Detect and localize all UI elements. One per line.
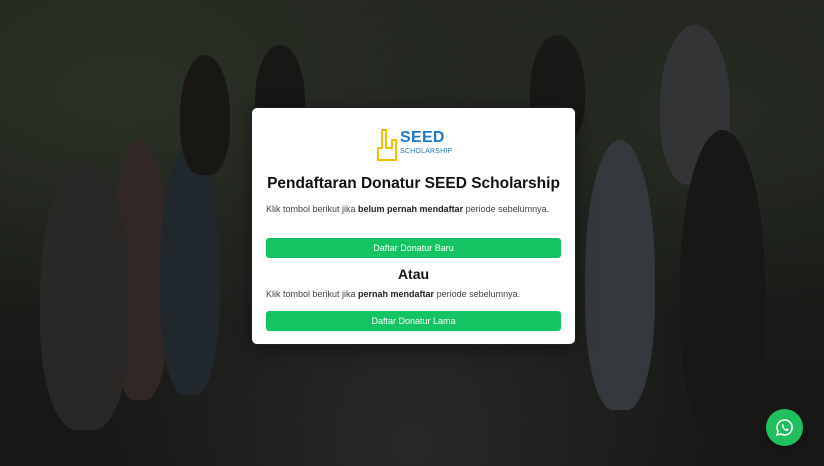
logo-text: SEED [400, 129, 445, 146]
new-donor-button[interactable]: Daftar Donatur Baru [266, 238, 561, 258]
registration-modal: SEED SCHOLARSHIP Pendaftaran Donatur SEE… [251, 107, 576, 345]
separator-text: Atau [397, 266, 430, 282]
desc-text: Klik tombol berikut jika [266, 289, 359, 299]
desc-text: Klik tombol berikut jika [266, 204, 359, 214]
whatsapp-icon [775, 419, 793, 437]
old-donor-button[interactable]: Daftar Donatur Lama [266, 311, 561, 331]
old-donor-description: Klik tombol berikut jika pernah mendafta… [266, 288, 561, 300]
new-donor-description: Klik tombol berikut jika belum pernah me… [266, 203, 561, 215]
desc-bold: pernah mendaftar [358, 289, 435, 299]
seed-logo-icon [377, 129, 397, 161]
desc-text: periode sebelumnya. [434, 289, 521, 299]
modal-title: Pendaftaran Donatur SEED Scholarship [267, 175, 560, 192]
desc-text: periode sebelumnya. [463, 204, 550, 214]
desc-bold: belum pernah mendaftar [358, 204, 464, 214]
seed-scholarship-logo: SEED SCHOLARSHIP [376, 128, 456, 164]
logo-subtext: SCHOLARSHIP [400, 148, 453, 155]
whatsapp-button[interactable] [766, 409, 803, 446]
